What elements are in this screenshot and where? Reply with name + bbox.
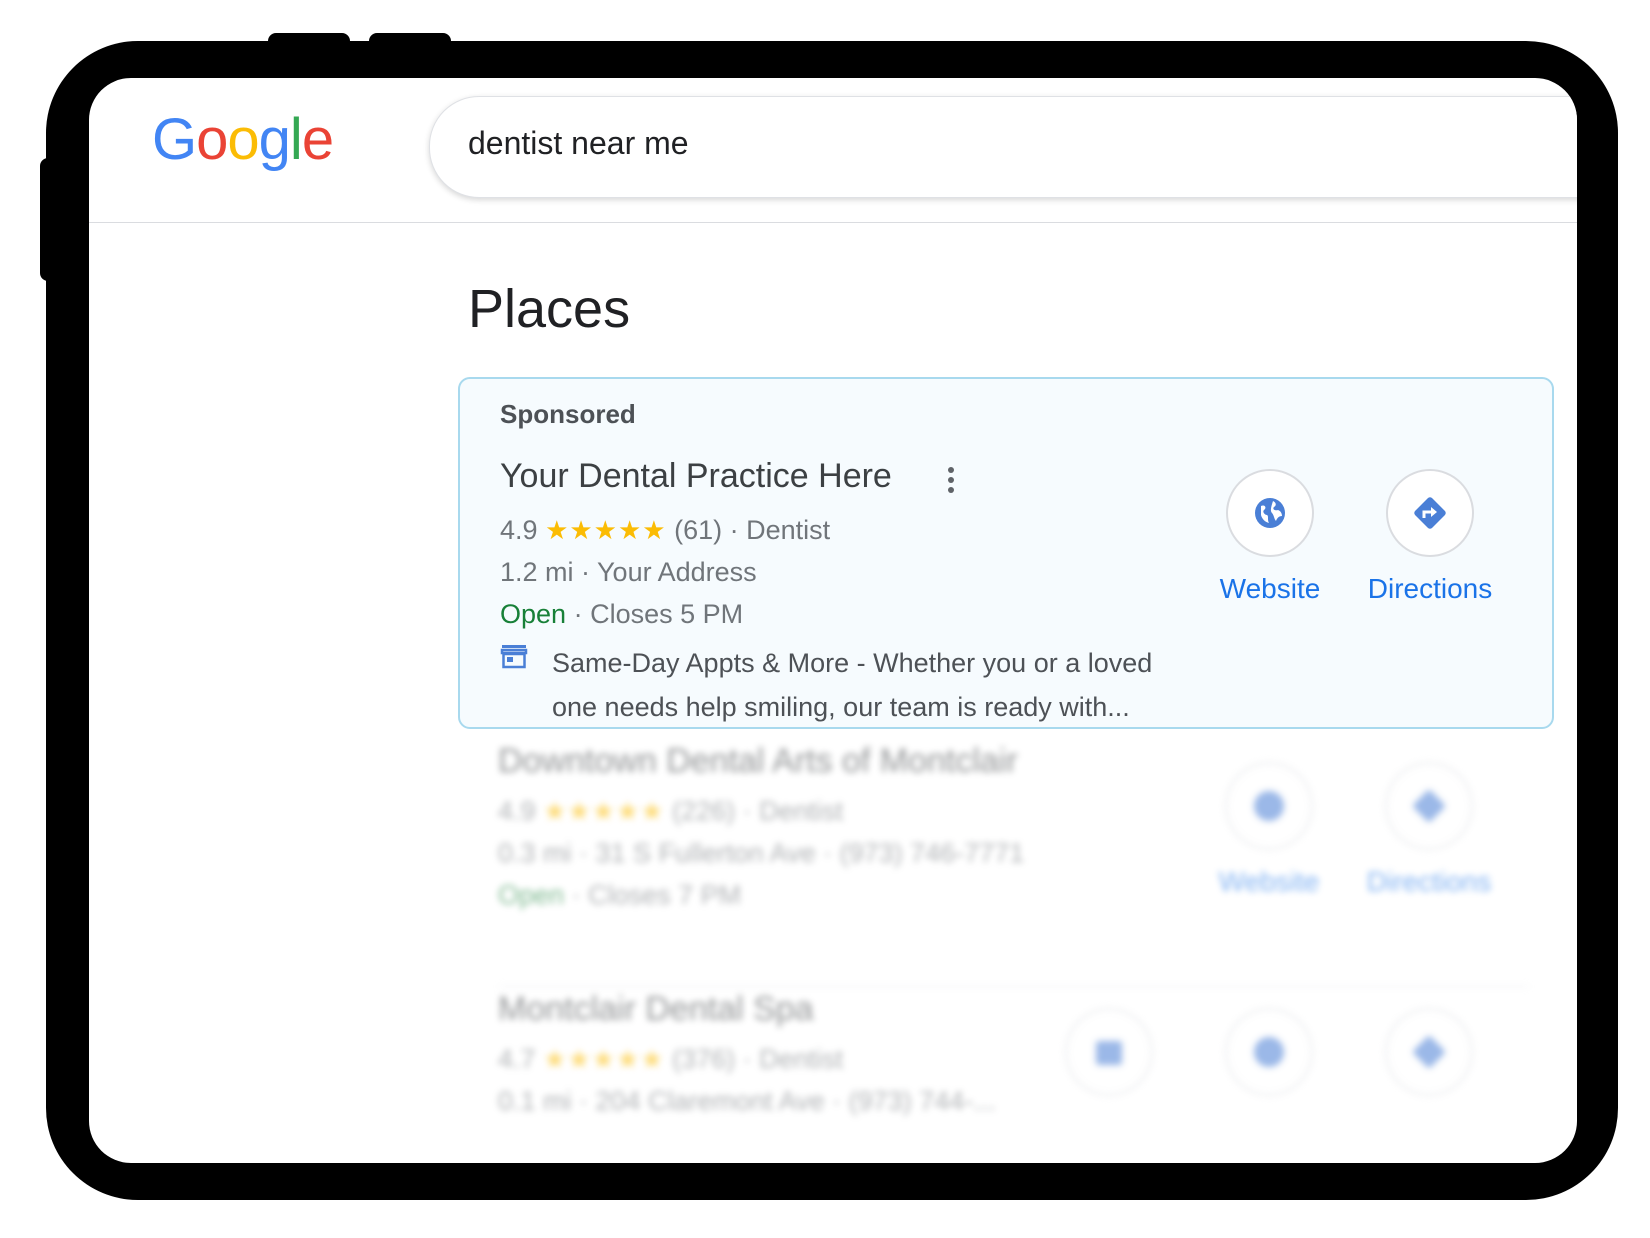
- result-divider: [499, 986, 1529, 987]
- result-website-circle[interactable]: [1225, 762, 1313, 850]
- tablet-screen: Google Places Sponsored Your Dental Prac…: [89, 78, 1577, 1163]
- result-book-circle[interactable]: [1065, 1008, 1153, 1096]
- result-rating-line: 4.9 ★★★★★ (226) · Dentist: [498, 796, 843, 827]
- result-website-button[interactable]: Website: [1199, 762, 1339, 898]
- directions-icon: [1413, 790, 1445, 822]
- directions-icon: [1413, 1036, 1445, 1068]
- result-book-button[interactable]: [1039, 1008, 1179, 1096]
- result-closing-hours: · Closes 7 PM: [571, 880, 742, 910]
- tablet-volume-button: [268, 33, 350, 49]
- result-reviews: (376) · Dentist: [672, 1044, 844, 1074]
- result-directions-button[interactable]: Directions: [1359, 762, 1499, 898]
- result-open-status: Open: [498, 880, 565, 910]
- result-address: 0.3 mi · 31 S Fullerton Ave · (973) 746-…: [498, 838, 1025, 868]
- result-directions-button[interactable]: [1359, 1008, 1499, 1096]
- result-rating-line: 4.7 ★★★★★ (376) · Dentist: [498, 1044, 843, 1075]
- result-directions-circle[interactable]: [1385, 762, 1473, 850]
- globe-icon: [1254, 1037, 1284, 1067]
- star-rating-icon: ★★★★★: [543, 796, 665, 826]
- result-address: 0.1 mi · 204 Claremont Ave · (973) 744-.…: [498, 1086, 996, 1116]
- result-reviews: (226) · Dentist: [672, 796, 844, 826]
- calendar-icon: [1096, 1041, 1122, 1065]
- result-hours-line: Open · Closes 7 PM: [498, 880, 741, 911]
- star-rating-icon: ★★★★★: [543, 1044, 665, 1074]
- result-website-button[interactable]: [1199, 1008, 1339, 1096]
- result-name[interactable]: Downtown Dental Arts of Montclair: [498, 742, 1018, 781]
- blurred-results: Downtown Dental Arts of Montclair 4.9 ★★…: [89, 78, 1577, 1163]
- result-website-circle[interactable]: [1225, 1008, 1313, 1096]
- result-website-label[interactable]: Website: [1199, 866, 1339, 898]
- result-directions-label[interactable]: Directions: [1359, 866, 1499, 898]
- globe-icon: [1254, 791, 1284, 821]
- tablet-power-button: [369, 33, 451, 49]
- result-directions-circle[interactable]: [1385, 1008, 1473, 1096]
- tablet-side-button: [40, 158, 54, 281]
- result-rating: 4.9: [498, 796, 536, 826]
- result-name[interactable]: Montclair Dental Spa: [498, 990, 814, 1029]
- result-rating: 4.7: [498, 1044, 536, 1074]
